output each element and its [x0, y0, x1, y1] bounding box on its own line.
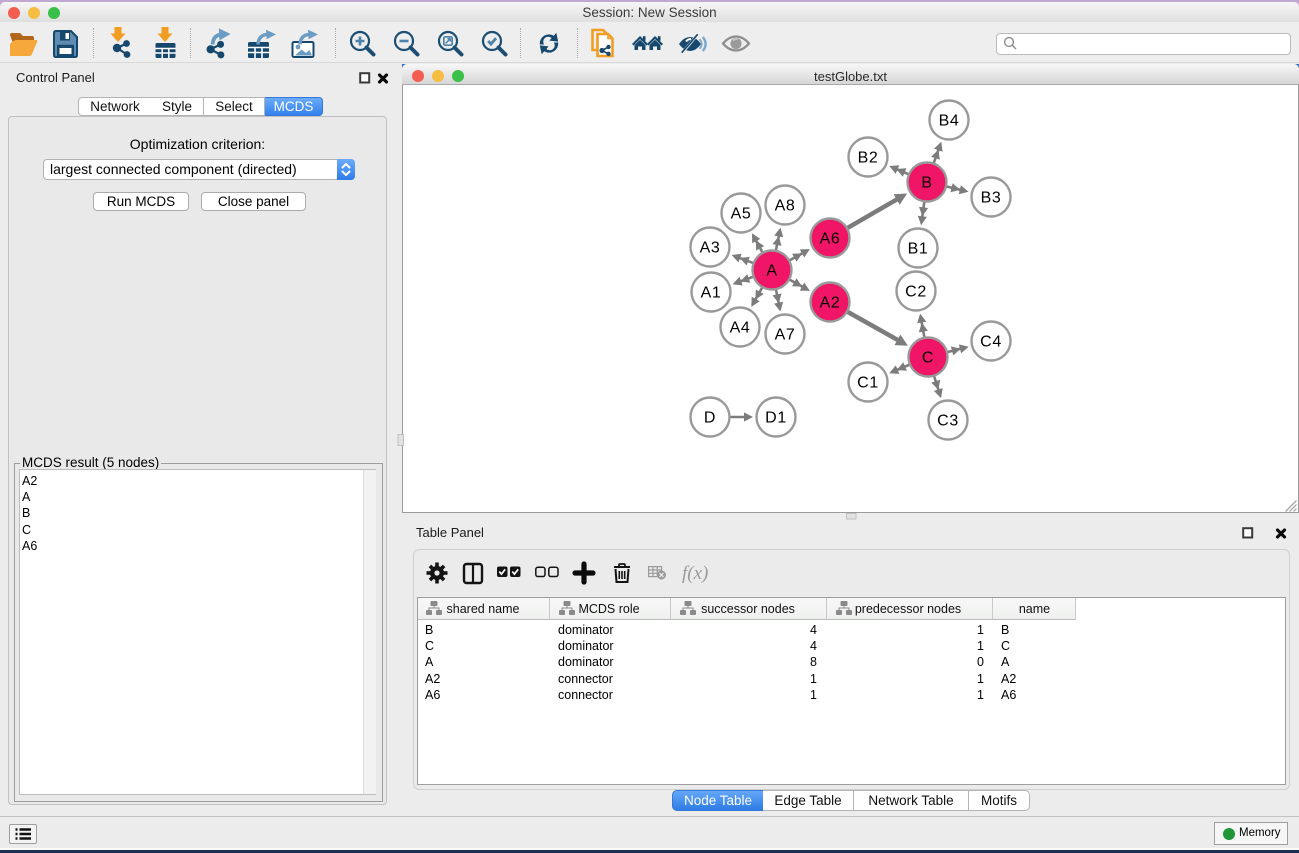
svg-text:A1: A1	[701, 285, 722, 302]
svg-text:D1: D1	[765, 410, 787, 427]
svg-text:B2: B2	[858, 150, 879, 167]
svg-text:C3: C3	[937, 413, 959, 430]
svg-text:C1: C1	[857, 375, 879, 392]
svg-text:A5: A5	[731, 206, 752, 223]
svg-text:A3: A3	[700, 240, 721, 257]
svg-text:A8: A8	[775, 198, 796, 215]
svg-text:D: D	[704, 410, 716, 427]
svg-text:B: B	[921, 175, 932, 192]
svg-text:A2: A2	[820, 295, 841, 312]
svg-text:A: A	[766, 263, 777, 280]
svg-text:C: C	[922, 350, 934, 367]
svg-text:B3: B3	[981, 190, 1002, 207]
svg-text:A4: A4	[730, 320, 751, 337]
svg-text:A6: A6	[820, 231, 841, 248]
svg-text:f(x): f(x)	[682, 563, 708, 584]
svg-text:C2: C2	[905, 284, 927, 301]
svg-text:B4: B4	[939, 113, 960, 130]
svg-text:A7: A7	[775, 327, 796, 344]
svg-text:C4: C4	[980, 334, 1002, 351]
svg-text:B1: B1	[908, 241, 929, 258]
